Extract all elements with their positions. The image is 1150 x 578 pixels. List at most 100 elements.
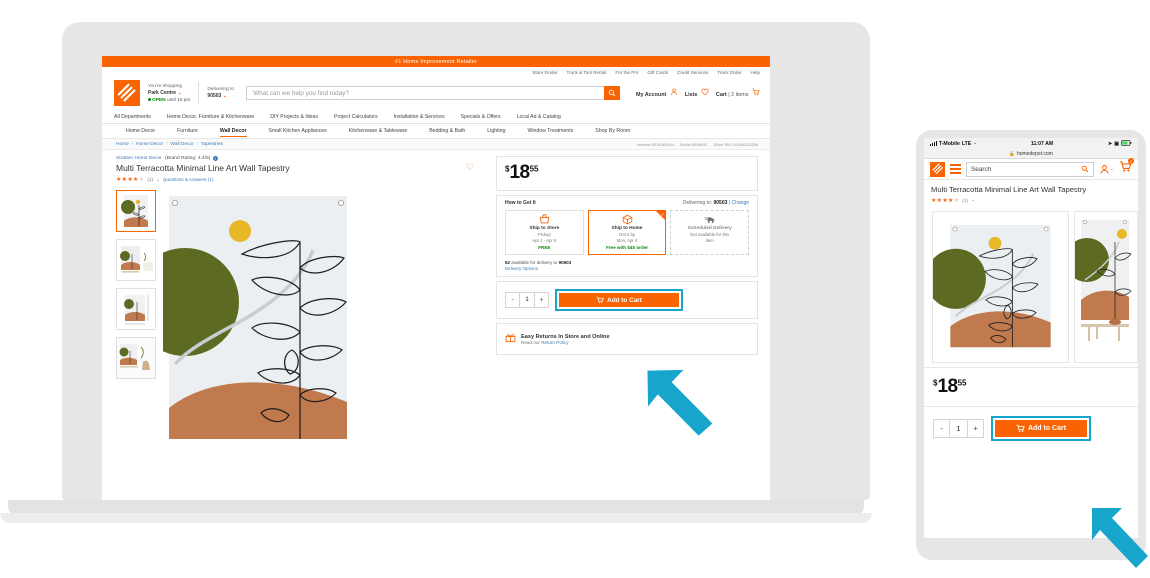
lists-button[interactable]: Lists: [685, 88, 709, 98]
product-main-image[interactable]: [163, 190, 353, 445]
mobile-gallery: [924, 208, 1138, 367]
nav-diy-projects[interactable]: DIY Projects & Ideas: [270, 114, 318, 120]
subnav-home-decor[interactable]: Home Decor: [126, 128, 155, 134]
availability-count: 52: [505, 260, 511, 266]
breadcrumb-wall-decor[interactable]: Wall Decor: [170, 142, 193, 147]
mobile-quantity-decrease-button[interactable]: -: [934, 420, 949, 437]
search-input[interactable]: What can we help you find today?: [246, 86, 604, 100]
subnav-window-treatments[interactable]: Window Treatments: [527, 128, 573, 134]
mobile-quantity-stepper[interactable]: - 1 +: [933, 418, 984, 438]
delivering-zip-value: 90503: [713, 200, 728, 206]
delivering-to-row: Delivering to: 90503 | Change: [682, 200, 749, 206]
mobile-price-whole: 18: [937, 375, 958, 397]
delivering-zip[interactable]: 90503 ⌄: [207, 93, 234, 100]
price-card: $1855: [496, 156, 758, 191]
rating-row: ★★★★★ (1) ⌄ Questions & Answers (1): [116, 176, 488, 184]
fulfillment-ship-to-store[interactable]: Ship to Store Pickup Apr 1 - Apr 6 FREE: [505, 210, 584, 256]
nav-all-departments[interactable]: All Departments: [114, 114, 151, 120]
subnav-bedding-bath[interactable]: Bedding & Bath: [429, 128, 465, 134]
scheduled-delivery-detail: Not available for this item: [690, 232, 730, 243]
star-rating[interactable]: ★★★★★: [116, 176, 144, 183]
star-rating[interactable]: ★★★★★: [931, 197, 959, 204]
returns-icon: [505, 330, 516, 348]
store-name[interactable]: Park Centre ⌄: [148, 90, 190, 97]
breadcrumb-tapestries[interactable]: Tapestries: [201, 142, 223, 147]
store-status: OPEN until 10 pm: [148, 97, 190, 104]
quantity-value[interactable]: 1: [519, 293, 535, 308]
mobile-gallery-next-image[interactable]: [1074, 210, 1138, 363]
mobile-url-bar[interactable]: 🔒 homedepot.com: [924, 149, 1138, 159]
thumbnail-1[interactable]: [116, 190, 156, 232]
brand-rating: (Brand Rating: 4.4/5): [164, 156, 211, 161]
quantity-stepper[interactable]: - 1 +: [505, 292, 549, 309]
breadcrumb-home-decor[interactable]: Home Decor: [136, 142, 163, 147]
utility-link-truck-tool-rental[interactable]: Truck & Tool Rental: [567, 70, 607, 75]
fulfillment-ship-to-home[interactable]: ✓ Ship to Home Get it by Mon, Apr 4 Free …: [587, 210, 667, 256]
home-depot-logo-icon[interactable]: [930, 161, 945, 177]
chevron-down-icon[interactable]: ⌄: [156, 177, 160, 183]
delivery-zip-selector[interactable]: Delivering to 90503 ⌄: [207, 86, 234, 100]
utility-link-credit-services[interactable]: Credit Services: [677, 70, 708, 75]
desktop-browser-screen: #1 Home Improvement Retailer Store Finde…: [102, 56, 770, 500]
utility-link-help[interactable]: Help: [751, 70, 760, 75]
search-button[interactable]: [603, 86, 620, 100]
quantity-decrease-button[interactable]: -: [506, 293, 519, 307]
chevron-down-icon[interactable]: ⌄: [971, 197, 975, 203]
mobile-nav-bar: Search ⌄ 2: [924, 158, 1138, 180]
info-icon[interactable]: i: [213, 156, 219, 161]
delivery-options-link[interactable]: Delivery Options: [505, 266, 749, 271]
change-zip-link[interactable]: Change: [731, 200, 749, 206]
heart-icon: [701, 88, 709, 96]
questions-answers-link[interactable]: Questions & Answers (1): [163, 177, 214, 182]
wifi-icon: ◔: [973, 141, 977, 146]
header-divider: [198, 82, 200, 104]
price-whole: 18: [509, 162, 530, 183]
signal-bars-icon: [930, 141, 937, 146]
nav-local-ad-catalog[interactable]: Local Ad & Catalog: [517, 114, 561, 120]
nav-project-calculators[interactable]: Project Calculators: [334, 114, 378, 120]
utility-link-store-finder[interactable]: Store Finder: [532, 70, 557, 75]
add-to-cart-button[interactable]: Add to Cart: [559, 293, 679, 308]
thumbnail-4[interactable]: [116, 337, 156, 379]
utility-link-for-the-pro[interactable]: For the Pro: [615, 70, 638, 75]
status-left: T-Mobile LTE ◔: [930, 141, 976, 147]
user-icon: [670, 88, 678, 96]
subnav-small-kitchen-appliances[interactable]: Small Kitchen Appliances: [269, 128, 327, 134]
check-icon: ✓: [660, 211, 665, 217]
brand-name[interactable]: Stratton Home Decor: [116, 156, 162, 161]
utility-link-track-order[interactable]: Track Order: [717, 70, 741, 75]
mobile-add-to-cart-button[interactable]: Add to Cart: [995, 419, 1087, 437]
subnav-kitchenware-tableware[interactable]: Kitchenware & Tableware: [349, 128, 407, 134]
alarm-icon: ▣: [1114, 140, 1119, 147]
cart-button[interactable]: Cart | 2 items: [716, 88, 760, 98]
internet-number: Internet #316382944: [637, 142, 674, 147]
home-depot-logo-icon[interactable]: [114, 80, 140, 106]
my-account-button[interactable]: My Account: [636, 88, 678, 98]
mobile-search-input[interactable]: Search: [966, 161, 1094, 177]
save-to-favorites-icon[interactable]: ♡: [466, 162, 474, 173]
subnav-lighting[interactable]: Lighting: [487, 128, 505, 134]
subnav-furniture[interactable]: Furniture: [177, 128, 198, 134]
hamburger-menu-icon[interactable]: [950, 164, 961, 174]
status-time: 11:07 AM: [1030, 140, 1054, 147]
battery-icon: [1121, 139, 1132, 148]
utility-links: Store Finder Truck & Tool Rental For the…: [102, 67, 770, 78]
mobile-account-button[interactable]: ⌄: [1099, 164, 1114, 175]
nav-home-decor-furniture[interactable]: Home Decor, Furniture & Kitchenware: [167, 114, 254, 120]
availability-zip: 90503: [558, 260, 572, 266]
quantity-increase-button[interactable]: +: [535, 293, 548, 307]
mobile-quantity-value[interactable]: 1: [949, 419, 968, 437]
mobile-cart-button[interactable]: 2: [1119, 158, 1134, 178]
nav-specials-offers[interactable]: Specials & Offers: [461, 114, 501, 120]
nav-installation-services[interactable]: Installation & Services: [394, 114, 445, 120]
subnav-wall-decor[interactable]: Wall Decor: [219, 128, 247, 137]
mobile-main-image[interactable]: [932, 210, 1069, 363]
subnav-shop-by-room[interactable]: Shop By Room: [595, 128, 630, 134]
thumbnail-3[interactable]: [116, 288, 156, 330]
return-policy-link[interactable]: Return Policy: [541, 340, 568, 345]
thumbnail-2[interactable]: [116, 239, 156, 281]
store-selector[interactable]: You're shopping Park Centre ⌄ OPEN until…: [148, 83, 190, 104]
mobile-quantity-increase-button[interactable]: +: [968, 420, 983, 437]
breadcrumb-home[interactable]: Home: [116, 142, 129, 147]
utility-link-gift-cards[interactable]: Gift Cards: [647, 70, 668, 75]
